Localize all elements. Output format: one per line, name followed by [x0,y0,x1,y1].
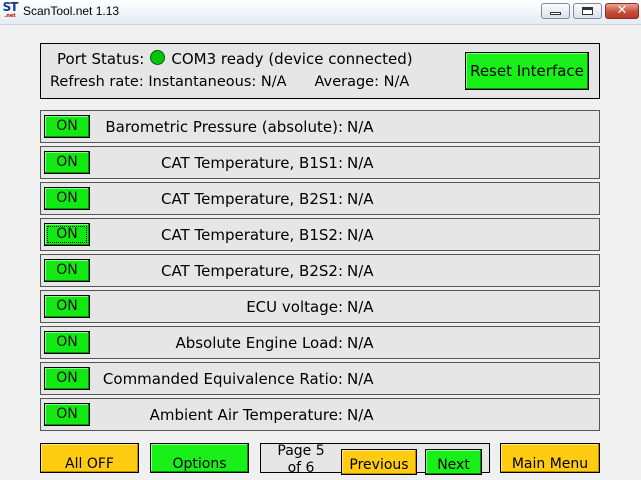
sensor-toggle-button[interactable]: ON [44,259,90,282]
app-icon-subtext: .net [4,13,16,19]
sensor-value: N/A [347,262,374,280]
sensor-label: Absolute Engine Load: [175,334,343,352]
sensor-toggle-button[interactable]: ON [44,367,90,390]
sensor-row-cat-temp-b2s1: ON CAT Temperature, B2S1: N/A [40,182,600,215]
minimize-icon [550,12,561,15]
port-status-row: Port Status: COM3 ready (device connected… [57,49,413,68]
sensor-row-cat-temp-b2s2: ON CAT Temperature, B2S2: N/A [40,254,600,287]
sensor-row-ambient-air-temp: ON Ambient Air Temperature: N/A [40,398,600,431]
sensor-value: N/A [347,118,374,136]
title-bar: ST .net ScanTool.net 1.13 ✕ [0,0,641,25]
maximize-button[interactable] [573,3,602,19]
app-icon[interactable]: ST .net [1,1,19,21]
sensor-row-barometric-pressure: ON Barometric Pressure (absolute): N/A [40,110,600,143]
refresh-rate-value: N/A [260,74,287,90]
sensor-row-cat-temp-b1s1: ON CAT Temperature, B1S1: N/A [40,146,600,179]
sensor-label: ECU voltage: [246,298,343,316]
sensor-label: Barometric Pressure (absolute): [105,118,343,136]
connection-led-icon [150,50,166,65]
sensor-row-engine-load: ON Absolute Engine Load: N/A [40,326,600,359]
close-button[interactable]: ✕ [605,3,639,19]
average-label: Average: [314,74,379,90]
sensor-value: N/A [347,370,374,388]
sensor-value: N/A [347,298,374,316]
sensor-label: CAT Temperature, B2S2: [160,262,343,280]
next-page-button[interactable]: Next [425,449,482,475]
sensor-row-cat-temp-b1s2: ON CAT Temperature, B1S2: N/A [40,218,600,251]
sensor-value: N/A [347,190,374,208]
sensor-toggle-button[interactable]: ON [44,151,90,174]
sensor-toggle-button[interactable]: ON [44,223,90,246]
sensor-toggle-button[interactable]: ON [44,403,90,426]
port-status-label: Port Status: [57,49,145,68]
sensor-label: Ambient Air Temperature: [149,406,343,424]
refresh-rate-label: Refresh rate: Instantaneous: [50,74,257,90]
sensor-label: CAT Temperature, B1S2: [160,226,343,244]
sensor-label: CAT Temperature, B1S1: [160,154,343,172]
reset-interface-button[interactable]: Reset Interface [465,52,589,90]
sensor-value: N/A [347,406,374,424]
page-navigator: Page 5 of 6 Previous Next [260,443,490,476]
sensor-toggle-button[interactable]: ON [44,331,90,354]
port-status-value: COM3 ready (device connected) [171,49,413,68]
options-button[interactable]: Options [150,443,249,473]
previous-page-button[interactable]: Previous [341,449,417,475]
sensor-row-ecu-voltage: ON ECU voltage: N/A [40,290,600,323]
sensor-toggle-button[interactable]: ON [44,187,90,210]
sensor-value: N/A [347,154,374,172]
app-icon-text: ST [2,0,19,14]
status-panel: Port Status: COM3 ready (device connected… [40,43,600,99]
average-value: N/A [383,74,410,90]
maximize-icon [582,7,593,15]
all-off-button[interactable]: All OFF [40,443,139,473]
page-indicator: Page 5 of 6 [277,443,325,476]
minimize-button[interactable] [541,3,570,19]
window-title: ScanTool.net 1.13 [23,4,120,18]
sensor-value: N/A [347,226,374,244]
sensor-toggle-button[interactable]: ON [44,115,90,138]
close-icon: ✕ [616,3,628,18]
main-menu-button[interactable]: Main Menu [500,443,600,473]
sensor-value: N/A [347,334,374,352]
refresh-rate-row: Refresh rate: Instantaneous: N/A Average:… [50,74,409,90]
sensor-label: Commanded Equivalence Ratio: [102,370,343,388]
sensor-toggle-button[interactable]: ON [44,295,90,318]
sensor-label: CAT Temperature, B2S1: [160,190,343,208]
sensor-row-equivalence-ratio: ON Commanded Equivalence Ratio: N/A [40,362,600,395]
